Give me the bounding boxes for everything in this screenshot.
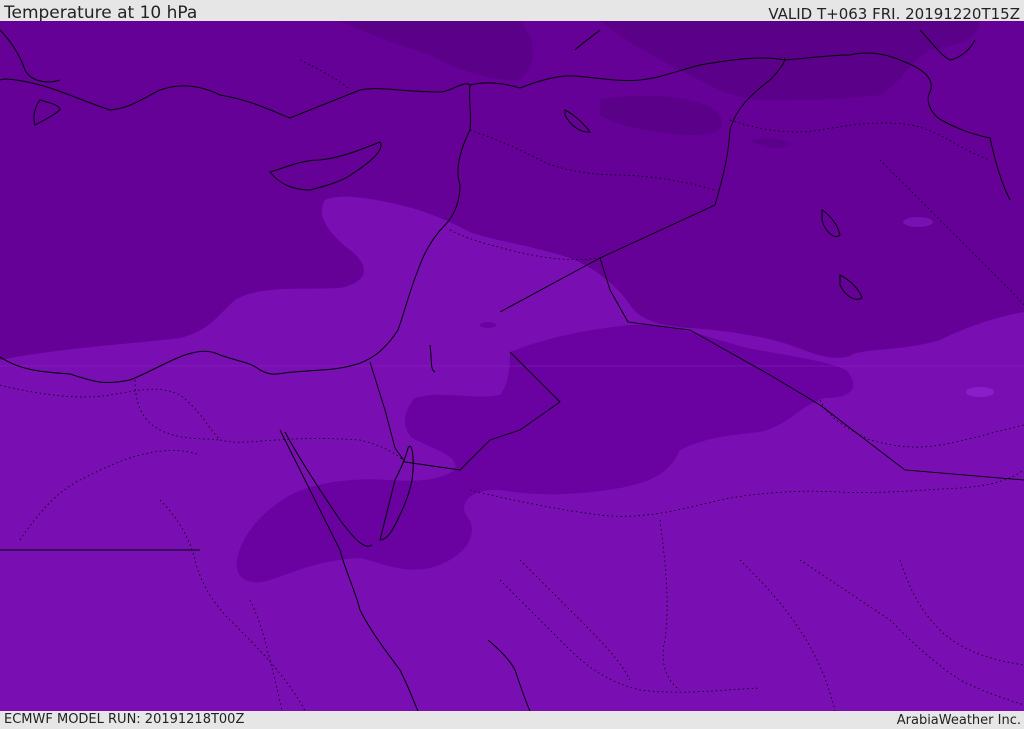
temperature-spot-1 bbox=[903, 217, 933, 227]
map-title: Temperature at 10 hPa bbox=[4, 3, 198, 23]
temperature-spot-2 bbox=[966, 387, 994, 397]
footer-bar: ECMWF MODEL RUN: 20191218T00Z ArabiaWeat… bbox=[0, 711, 1024, 729]
map-canvas bbox=[0, 21, 1024, 711]
temperature-map[interactable] bbox=[0, 21, 1024, 711]
temperature-spot-3 bbox=[480, 322, 496, 328]
weather-map-frame: Temperature at 10 hPa VALID T+063 FRI. 2… bbox=[0, 0, 1024, 729]
header-bar: Temperature at 10 hPa VALID T+063 FRI. 2… bbox=[0, 0, 1024, 23]
credit: ArabiaWeather Inc. bbox=[896, 713, 1021, 728]
model-run: ECMWF MODEL RUN: 20191218T00Z bbox=[4, 712, 245, 727]
